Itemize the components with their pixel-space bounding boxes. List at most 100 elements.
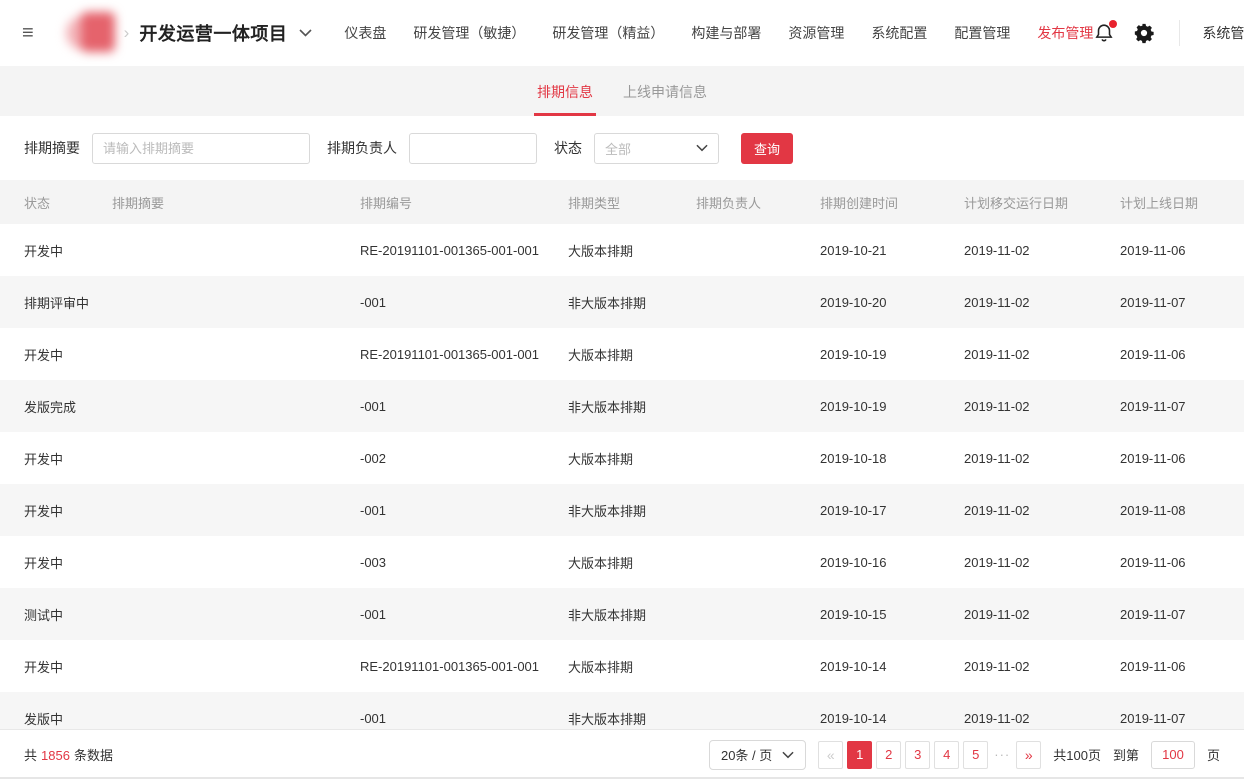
page-button-2[interactable]: 2 bbox=[876, 741, 901, 769]
cell-created-date: 2019-10-17 bbox=[820, 503, 964, 518]
table-row[interactable]: 排期评审中 -001 非大版本排期 2019-10-20 2019-11-02 … bbox=[0, 276, 1244, 328]
cell-type: 非大版本排期 bbox=[568, 501, 696, 520]
cell-status: 开发中 bbox=[24, 345, 112, 364]
table-row[interactable]: 开发中 -001 非大版本排期 2019-10-17 2019-11-02 20… bbox=[0, 484, 1244, 536]
cell-handover-date: 2019-11-02 bbox=[964, 347, 1120, 362]
top-bar: ≡ › 开发运营一体项目 仪表盘 研发管理（敏捷） 研发管理（精益） 构建与部署… bbox=[0, 0, 1244, 66]
nav-item-dashboard[interactable]: 仪表盘 bbox=[344, 23, 386, 43]
cell-code: -001 bbox=[360, 295, 568, 310]
nav-item-rd-lean[interactable]: 研发管理（精益） bbox=[552, 23, 664, 43]
table-row[interactable]: 开发中 -003 大版本排期 2019-10-16 2019-11-02 201… bbox=[0, 536, 1244, 588]
page-button-3[interactable]: 3 bbox=[905, 741, 930, 769]
cell-created-date: 2019-10-19 bbox=[820, 347, 964, 362]
cell-status: 发版中 bbox=[24, 709, 112, 728]
page-button-5[interactable]: 5 bbox=[963, 741, 988, 769]
goto-page-suffix: 页 bbox=[1207, 745, 1220, 764]
summary-filter-label: 排期摘要 bbox=[24, 138, 80, 158]
tab-schedule-info[interactable]: 排期信息 bbox=[537, 82, 593, 116]
summary-filter-input[interactable] bbox=[92, 133, 310, 164]
tab-online-request-info[interactable]: 上线申请信息 bbox=[623, 82, 707, 116]
nav-item-rd-agile[interactable]: 研发管理（敏捷） bbox=[413, 23, 525, 43]
cell-handover-date: 2019-11-02 bbox=[964, 503, 1120, 518]
cell-code: RE-20191101-001365-001-001 bbox=[360, 347, 568, 362]
hamburger-menu-icon[interactable]: ≡ bbox=[22, 23, 34, 43]
col-header-status: 状态 bbox=[24, 193, 112, 212]
ellipsis-pages: ··· bbox=[994, 747, 1010, 762]
table-row[interactable]: 开发中 RE-20191101-001365-001-001 大版本排期 201… bbox=[0, 224, 1244, 276]
settings-gear-icon[interactable] bbox=[1133, 22, 1155, 44]
table-row[interactable]: 发版中 -001 非大版本排期 2019-10-14 2019-11-02 20… bbox=[0, 692, 1244, 729]
col-header-owner: 排期负责人 bbox=[696, 193, 820, 212]
cell-created-date: 2019-10-14 bbox=[820, 659, 964, 674]
notification-bell-icon[interactable] bbox=[1093, 22, 1115, 44]
chevron-down-icon[interactable] bbox=[299, 29, 312, 37]
table-row[interactable]: 开发中 -002 大版本排期 2019-10-18 2019-11-02 201… bbox=[0, 432, 1244, 484]
cell-created-date: 2019-10-20 bbox=[820, 295, 964, 310]
filter-bar: 排期摘要 排期负责人 状态 全部 查询 bbox=[0, 116, 1244, 180]
search-button[interactable]: 查询 bbox=[741, 133, 793, 164]
project-title[interactable]: 开发运营一体项目 bbox=[139, 20, 287, 46]
table-row[interactable]: 开发中 RE-20191101-001365-001-001 大版本排期 201… bbox=[0, 640, 1244, 692]
cell-type: 大版本排期 bbox=[568, 345, 696, 364]
cell-status: 开发中 bbox=[24, 241, 112, 260]
cell-status: 开发中 bbox=[24, 501, 112, 520]
table-body: 开发中 RE-20191101-001365-001-001 大版本排期 201… bbox=[0, 224, 1244, 729]
cell-handover-date: 2019-11-02 bbox=[964, 451, 1120, 466]
goto-page-label: 到第 bbox=[1113, 745, 1139, 764]
table-row[interactable]: 测试中 -001 非大版本排期 2019-10-15 2019-11-02 20… bbox=[0, 588, 1244, 640]
table-row[interactable]: 发版完成 -001 非大版本排期 2019-10-19 2019-11-02 2… bbox=[0, 380, 1244, 432]
cell-online-date: 2019-11-06 bbox=[1120, 555, 1244, 570]
cell-handover-date: 2019-11-02 bbox=[964, 243, 1120, 258]
cell-handover-date: 2019-11-02 bbox=[964, 399, 1120, 414]
page-size-select[interactable]: 20条 / 页 bbox=[709, 740, 806, 770]
nav-item-release-mgmt[interactable]: 发布管理 bbox=[1037, 23, 1093, 43]
pager-area: 20条 / 页 « 12345 ··· » 共100页 到第 页 bbox=[709, 740, 1220, 770]
next-page-button[interactable]: » bbox=[1016, 741, 1041, 769]
topbar-right: 系统管理员 bbox=[1093, 20, 1244, 46]
nav-item-resource[interactable]: 资源管理 bbox=[788, 23, 844, 43]
page-button-4[interactable]: 4 bbox=[934, 741, 959, 769]
main-nav: 仪表盘 研发管理（敏捷） 研发管理（精益） 构建与部署 资源管理 系统配置 配置… bbox=[344, 23, 1093, 43]
cell-handover-date: 2019-11-02 bbox=[964, 659, 1120, 674]
user-menu[interactable]: 系统管理员 bbox=[1202, 23, 1244, 43]
col-header-handover-date: 计划移交运行日期 bbox=[964, 193, 1120, 212]
owner-filter-label: 排期负责人 bbox=[327, 138, 397, 158]
col-header-summary: 排期摘要 bbox=[112, 193, 360, 212]
page-button-1[interactable]: 1 bbox=[847, 741, 872, 769]
page-list: « 12345 ··· » bbox=[818, 741, 1041, 769]
logo-shape bbox=[81, 12, 115, 52]
prev-page-button[interactable]: « bbox=[818, 741, 843, 769]
status-filter-select[interactable]: 全部 bbox=[594, 133, 719, 164]
cell-code: -001 bbox=[360, 711, 568, 726]
cell-type: 大版本排期 bbox=[568, 657, 696, 676]
status-filter-label: 状态 bbox=[554, 138, 582, 158]
total-prefix: 共 bbox=[24, 748, 37, 763]
nav-item-build-deploy[interactable]: 构建与部署 bbox=[691, 23, 761, 43]
nav-item-system-config[interactable]: 系统配置 bbox=[871, 23, 927, 43]
nav-item-config-mgmt[interactable]: 配置管理 bbox=[954, 23, 1010, 43]
user-name: 系统管理员 bbox=[1202, 23, 1244, 43]
breadcrumb-arrow-icon: › bbox=[124, 23, 130, 43]
app-window: ≡ › 开发运营一体项目 仪表盘 研发管理（敏捷） 研发管理（精益） 构建与部署… bbox=[0, 0, 1244, 779]
pagination-bar: 共1856条数据 20条 / 页 « 12345 ··· » 共100页 到第 … bbox=[0, 729, 1244, 779]
cell-handover-date: 2019-11-02 bbox=[964, 607, 1120, 622]
cell-type: 非大版本排期 bbox=[568, 709, 696, 728]
col-header-type: 排期类型 bbox=[568, 193, 696, 212]
goto-page-input[interactable] bbox=[1151, 741, 1195, 769]
status-selected-value: 全部 bbox=[605, 139, 631, 158]
cell-online-date: 2019-11-06 bbox=[1120, 347, 1244, 362]
cell-type: 大版本排期 bbox=[568, 553, 696, 572]
notification-badge-dot bbox=[1109, 20, 1117, 28]
tab-bar: 排期信息 上线申请信息 bbox=[0, 66, 1244, 116]
cell-code: -001 bbox=[360, 607, 568, 622]
table-row[interactable]: 开发中 RE-20191101-001365-001-001 大版本排期 201… bbox=[0, 328, 1244, 380]
cell-online-date: 2019-11-08 bbox=[1120, 503, 1244, 518]
cell-status: 开发中 bbox=[24, 553, 112, 572]
cell-online-date: 2019-11-07 bbox=[1120, 295, 1244, 310]
cell-code: -003 bbox=[360, 555, 568, 570]
cell-created-date: 2019-10-14 bbox=[820, 711, 964, 726]
cell-online-date: 2019-11-06 bbox=[1120, 451, 1244, 466]
total-pages-text: 共100页 bbox=[1053, 745, 1101, 764]
page-size-value: 20条 / 页 bbox=[721, 745, 772, 764]
owner-filter-input[interactable] bbox=[409, 133, 537, 164]
